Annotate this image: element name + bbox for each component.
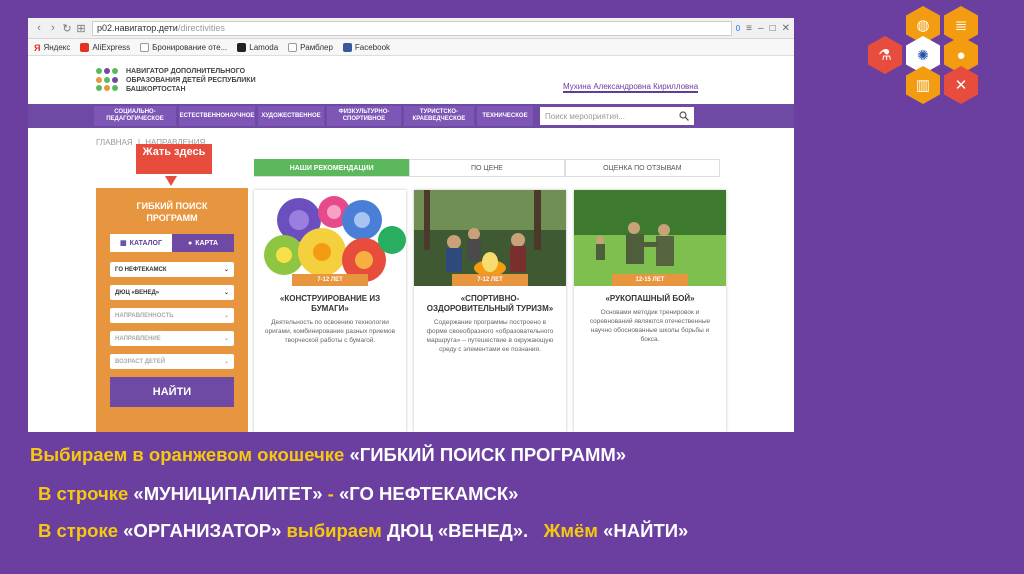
tab-price[interactable]: ПО ЦЕНЕ [409,159,565,176]
age-badge: 7-12 ЛЕТ [292,274,368,286]
lamoda-icon [237,42,247,52]
map-pin-icon: ● [187,239,193,247]
category-art[interactable]: Художественное [258,106,324,126]
municipality-select[interactable]: ГО НЕФТЕКАМСК ⌄ [110,262,234,277]
user-name-link[interactable]: Мухина Александровна Кирилловна [563,82,699,93]
menu-icon[interactable]: ≡ [746,23,752,34]
category-tourism[interactable]: Туристско-краеведческое [404,106,474,126]
site-header: НАВИГАТОР ДОПОЛНИТЕЛЬНОГО ОБРАЗОВАНИЯ ДЕ… [28,56,794,104]
minimize-icon[interactable]: – [758,23,764,34]
chemistry-icon: ⚗ [868,36,902,74]
search-icon[interactable] [679,111,689,121]
catalog-toggle[interactable]: ▦ КАТАЛОГ [110,234,172,252]
chevron-down-icon: ⌄ [223,359,229,365]
url-path: /directivities [177,23,225,33]
instruction-line-2: В строчке «МУНИЦИПАЛИТЕТ» - «ГО НЕФТЕКАМ… [38,483,519,504]
card-description: Содержание программы построено в форме с… [426,319,554,353]
chevron-down-icon: ⌄ [223,267,229,273]
tab-rating[interactable]: ОЦЕНКА ПО ОТЗЫВАМ [564,159,720,176]
document-icon [288,42,298,52]
site-logo-text[interactable]: НАВИГАТОР ДОПОЛНИТЕЛЬНОГО ОБРАЗОВАНИЯ ДЕ… [126,67,286,94]
extension-counter[interactable]: 0 [736,24,740,33]
bookmark-booking[interactable]: Бронирование оте... [140,42,227,52]
card-description: Деятельность по освоению технологии ориг… [264,319,396,344]
age-select[interactable]: ВОЗРАСТ ДЕТЕЙ ⌄ [110,354,234,369]
address-bar[interactable]: p02.навигатор.дети/directivities [92,20,732,36]
chevron-down-icon: ⌄ [223,336,229,342]
age-badge: 7-12 ЛЕТ [452,274,528,286]
breadcrumb-home[interactable]: ГЛАВНАЯ [96,138,133,147]
apps-icon[interactable]: ⊞ [74,22,88,35]
category-nav: Социально-педагогическое Естественнонауч… [28,104,794,128]
annotation-arrow-icon [165,176,177,186]
reload-icon[interactable]: ↻ [60,22,74,35]
card-description: Основами методик тренировок и соревнован… [589,309,711,343]
chevron-down-icon: ⌄ [223,290,229,296]
bookmark-yandex[interactable]: Я Яндекс [34,42,70,53]
tab-recommendations[interactable]: НАШИ РЕКОМЕНДАЦИИ [254,159,410,176]
age-badge: 12-15 ЛЕТ [612,274,688,286]
bookmark-aliexpress[interactable]: AliExpress [80,42,130,52]
category-science[interactable]: Естественнонаучное [179,106,255,126]
site-logo-icon[interactable] [96,68,120,92]
browser-window: ‹ › ↻ ⊞ p02.навигатор.дети/directivities… [28,18,794,432]
back-icon[interactable]: ‹ [32,22,46,34]
bookmark-rambler[interactable]: Рамблер [288,42,333,52]
find-button[interactable]: НАЙТИ [110,377,234,407]
sort-tabs: НАШИ РЕКОМЕНДАЦИИ ПО ЦЕНЕ ОЦЕНКА ПО ОТЗЫ… [254,159,720,177]
yandex-icon: Я [34,42,41,53]
url-host: p02.навигатор.дети [97,23,178,33]
piano-icon: ▥ [906,66,940,104]
card-title[interactable]: «РУКОПАШНЫЙ БОЙ» [582,294,718,304]
category-tech[interactable]: Техническое [477,106,533,126]
flexible-search-title: ГИБКИЙ ПОИСК ПРОГРАММ [136,201,208,223]
facebook-icon [342,42,352,52]
grid-icon: ▦ [120,240,127,247]
maximize-icon[interactable]: □ [770,23,776,34]
program-card[interactable]: 12-15 ЛЕТ «РУКОПАШНЫЙ БОЙ» Основами мето… [574,190,726,432]
branch-select[interactable]: НАПРАВЛЕНИЕ ⌄ [110,331,234,346]
forward-icon[interactable]: › [46,22,60,34]
card-image-campfire: 7-12 ЛЕТ [414,190,566,286]
instruction-line-3: В строке «ОРГАНИЗАТОР» выбираем ДЮЦ «ВЕН… [38,520,689,541]
card-title[interactable]: «СПОРТИВНО-ОЗДОРОВИТЕЛЬНЫЙ ТУРИЗМ» [422,294,558,314]
bookmark-lamoda[interactable]: Lamoda [237,42,278,52]
click-here-annotation: Жать здесь [136,144,212,174]
card-image-paper-flowers: 7-12 ЛЕТ [254,190,406,286]
search-placeholder: Поиск мероприятия... [545,111,625,121]
card-title[interactable]: «КОНСТРУИРОВАНИЕ ИЗ БУМАГИ» [262,294,398,314]
map-toggle[interactable]: ● КАРТА [172,234,234,252]
chevron-down-icon: ⌄ [223,313,229,319]
category-social[interactable]: Социально-педагогическое [94,106,176,126]
flexible-search-panel: ГИБКИЙ ПОИСК ПРОГРАММ ▦ КАТАЛОГ ● КАРТА ГО… [96,188,248,432]
instruction-line-1: Выбираем в оранжевом окошечке «ГИБКИЙ ПО… [30,444,627,465]
program-cards: 7-12 ЛЕТ «КОНСТРУИРОВАНИЕ ИЗ БУМАГИ» Дея… [254,190,726,432]
search-input[interactable]: Поиск мероприятия... [540,107,694,125]
close-icon[interactable]: ✕ [782,23,790,34]
view-toggle: ▦ КАТАЛОГ ● КАРТА [110,234,234,252]
program-card[interactable]: 7-12 ЛЕТ «СПОРТИВНО-ОЗДОРОВИТЕЛЬНЫЙ ТУРИ… [414,190,566,432]
tools-icon: ✕ [944,66,978,104]
direction-select[interactable]: НАПРАВЛЕННОСТЬ ⌄ [110,308,234,323]
organizer-select[interactable]: ДЮЦ «ВЕНЕД» ⌄ [110,285,234,300]
browser-toolbar: ‹ › ↻ ⊞ p02.навигатор.дети/directivities… [28,18,794,39]
card-image-hand-to-hand: 12-15 ЛЕТ [574,190,726,286]
program-card[interactable]: 7-12 ЛЕТ «КОНСТРУИРОВАНИЕ ИЗ БУМАГИ» Дея… [254,190,406,432]
bookmarks-bar: Я Яндекс AliExpress Бронирование оте... L… [28,39,794,56]
document-icon [140,42,150,52]
decorative-hexagon-icons: ◍ ≣ ⚗ ✺ ● ▥ ✕ [868,6,1018,136]
aliexpress-icon [80,42,90,52]
bookmark-facebook[interactable]: Facebook [342,42,390,52]
category-sport[interactable]: Физкультурно-спортивное [327,106,401,126]
